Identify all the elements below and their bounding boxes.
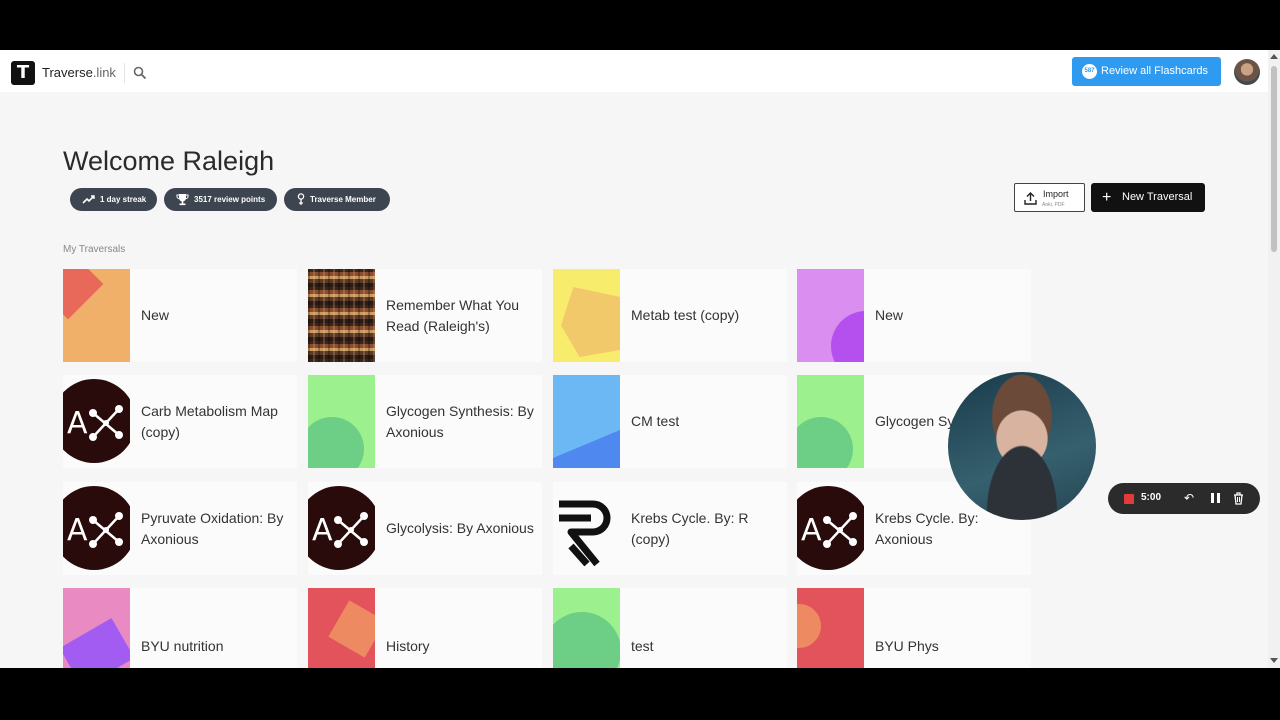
recording-toolbar: 5:00 ↶	[1108, 483, 1260, 514]
traversal-card[interactable]: History	[308, 588, 542, 668]
traversal-card[interactable]: A Pyruvate Oxidation: By Axonious	[63, 482, 297, 575]
import-sublabel: Anki, PDF	[1042, 202, 1065, 208]
svg-text:A: A	[801, 513, 822, 548]
traversal-card[interactable]: New	[797, 269, 1031, 362]
traversal-card[interactable]: Krebs Cycle. By: R (copy)	[553, 482, 787, 575]
card-title: Remember What You Read (Raleigh's)	[386, 296, 520, 334]
trend-icon	[82, 195, 95, 204]
scroll-down-arrow-icon[interactable]	[1270, 658, 1278, 663]
card-title: CM test	[631, 413, 680, 429]
logo-text[interactable]: Traverse.link	[42, 65, 116, 80]
traversal-card[interactable]: Remember What You Read (Raleigh's)	[308, 269, 542, 362]
card-thumbnail-bookshelf	[308, 269, 375, 362]
card-thumbnail: A	[63, 482, 130, 575]
undo-icon[interactable]: ↶	[1184, 491, 1194, 505]
trash-icon[interactable]	[1233, 492, 1244, 505]
trophy-icon	[176, 194, 189, 206]
r-logo-icon	[559, 500, 611, 567]
traversal-card[interactable]: test	[553, 588, 787, 668]
streak-label: 1 day streak	[100, 195, 147, 204]
webcam-overlay[interactable]	[948, 372, 1096, 520]
stop-recording-button[interactable]	[1124, 494, 1134, 504]
card-thumbnail	[553, 269, 620, 362]
review-all-flashcards-button[interactable]: 587 Review all Flashcards	[1072, 57, 1221, 86]
card-thumbnail	[553, 588, 620, 668]
traversal-card[interactable]: Glycogen Synthesis: By Axonious	[308, 375, 542, 468]
card-thumbnail	[797, 375, 864, 468]
card-title: History	[386, 638, 430, 654]
svg-text:A: A	[67, 513, 88, 548]
logo-tld: .link	[92, 65, 116, 80]
card-thumbnail: A	[63, 375, 130, 468]
section-label: My Traversals	[63, 244, 126, 255]
logo-name: Traverse	[42, 65, 93, 80]
review-count-badge: 587	[1082, 64, 1097, 79]
axonious-logo-icon: A	[797, 486, 864, 570]
card-title: BYU Phys	[875, 638, 939, 654]
scroll-thumb[interactable]	[1271, 66, 1277, 252]
card-title: New	[875, 307, 904, 323]
card-title: Carb Metabolism Map (copy)	[141, 402, 278, 440]
review-button-label: Review all Flashcards	[1101, 65, 1208, 77]
card-thumbnail	[797, 269, 864, 362]
pause-icon[interactable]	[1211, 493, 1220, 503]
card-thumbnail	[63, 269, 130, 362]
axonious-logo-icon: A	[63, 379, 130, 463]
card-thumbnail	[308, 375, 375, 468]
import-button[interactable]: Import Anki, PDF	[1014, 183, 1085, 212]
avatar[interactable]	[1234, 59, 1260, 85]
card-title: Glycolysis: By Axonious	[386, 520, 534, 536]
axonious-logo-icon: A	[308, 486, 375, 570]
axonious-logo-icon: A	[63, 486, 130, 570]
card-thumbnail	[63, 588, 130, 668]
search-icon[interactable]	[133, 66, 147, 80]
card-thumbnail	[553, 375, 620, 468]
svg-text:A: A	[312, 513, 333, 548]
top-nav: T Traverse.link 587 Review all Flashcard…	[0, 50, 1268, 92]
traversal-card[interactable]: BYU Phys	[797, 588, 1031, 668]
new-traversal-button[interactable]: + New Traversal	[1091, 183, 1205, 212]
review-points-badge: 3517 review points	[164, 188, 277, 211]
member-icon	[297, 193, 305, 205]
card-title: Glycogen Synthesis: By Axonious	[386, 402, 534, 440]
recording-timer: 5:00	[1141, 492, 1162, 503]
new-traversal-label: New Traversal	[1122, 191, 1193, 203]
card-thumbnail	[308, 588, 375, 668]
card-title: BYU nutrition	[141, 638, 224, 654]
card-title: test	[631, 638, 654, 654]
page-title: Welcome Raleigh	[63, 146, 275, 176]
traversal-card[interactable]: A Carb Metabolism Map (copy)	[63, 375, 297, 468]
traversal-card[interactable]: Metab test (copy)	[553, 269, 787, 362]
traversal-card[interactable]: New	[63, 269, 297, 362]
plus-icon: +	[1102, 189, 1112, 206]
nav-divider	[124, 63, 125, 83]
traversal-card[interactable]: BYU nutrition	[63, 588, 297, 668]
logo-icon[interactable]: T	[11, 61, 35, 85]
card-title: New	[141, 307, 170, 323]
card-thumbnail: A	[308, 482, 375, 575]
card-title: Metab test (copy)	[631, 307, 740, 323]
streak-badge: 1 day streak	[70, 188, 157, 211]
card-title: Krebs Cycle. By: R (copy)	[631, 509, 749, 547]
card-thumbnail	[553, 482, 620, 575]
member-badge: Traverse Member	[284, 188, 390, 211]
member-label: Traverse Member	[310, 195, 376, 204]
card-title: Pyruvate Oxidation: By Axonious	[141, 509, 284, 547]
traversal-card[interactable]: CM test	[553, 375, 787, 468]
card-thumbnail	[797, 588, 864, 668]
review-points-label: 3517 review points	[194, 195, 266, 204]
traversal-card[interactable]: A Glycolysis: By Axonious	[308, 482, 542, 575]
svg-text:A: A	[67, 406, 88, 441]
app-viewport: T Traverse.link 587 Review all Flashcard…	[0, 50, 1280, 668]
scroll-up-arrow-icon[interactable]	[1270, 54, 1278, 59]
card-thumbnail: A	[797, 482, 864, 575]
upload-icon	[1024, 192, 1037, 205]
import-label: Import	[1043, 189, 1069, 199]
